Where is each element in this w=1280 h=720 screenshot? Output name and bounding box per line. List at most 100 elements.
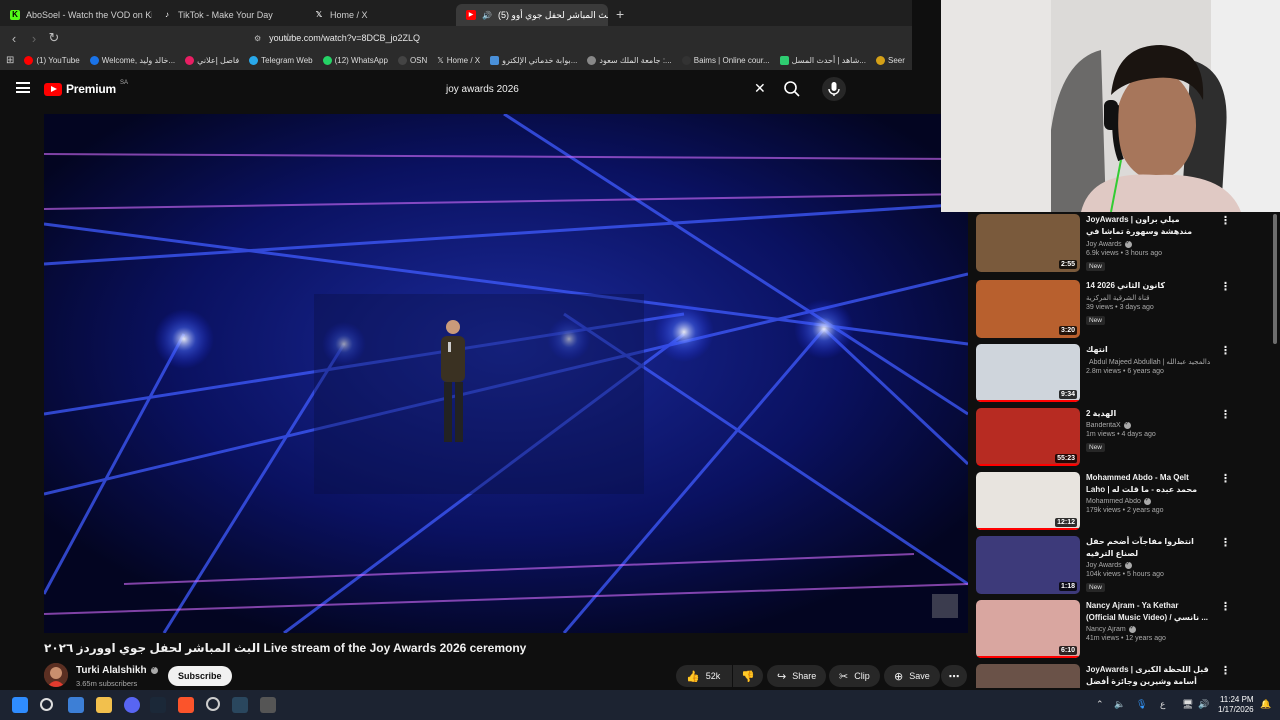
browser-tab-youtube[interactable]: ▶ 🔊 (5) البث المباشر لحفل جوي أوو ✕	[456, 4, 608, 26]
bookmark-commercial[interactable]: فاصل إعلاني	[185, 55, 239, 65]
bookmark-x[interactable]: 𝕏 Home / X	[437, 56, 480, 65]
recommended-video[interactable]: 9:34 انتهك Abdul Majeed Abdullah | عبدال…	[976, 342, 1276, 402]
search-button[interactable]	[781, 78, 803, 100]
video-thumbnail[interactable]: 3:20	[976, 280, 1080, 338]
back-icon[interactable]: ‹	[4, 31, 24, 46]
brave-browser-icon[interactable]	[178, 697, 194, 713]
more-options-icon[interactable]: ⋮	[1220, 600, 1231, 613]
volume-icon[interactable]: 🔈	[1114, 699, 1125, 710]
photos-icon[interactable]	[68, 697, 84, 713]
channel-name-text: Mohammed Abdo	[1086, 498, 1141, 505]
channel-name[interactable]: Turki Alalshikh	[76, 665, 158, 676]
youtube-premium-logo[interactable]: Premium SA	[44, 80, 128, 96]
forward-icon[interactable]: ›	[24, 31, 44, 46]
video-title[interactable]: Mohammed Abdo - Ma Qelt Laho | محمد عبده…	[1086, 472, 1210, 496]
speaker-icon[interactable]: 🔊	[1198, 699, 1209, 710]
more-options-icon[interactable]: ⋮	[1220, 214, 1231, 227]
clear-search-icon[interactable]: ✕	[754, 80, 766, 97]
video-title[interactable]: JoyAwards | قبل اللحظة الكبرى أسامة وشير…	[1086, 664, 1210, 688]
file-explorer-icon[interactable]	[96, 697, 112, 713]
system-clock[interactable]: 11:24 PM 1/17/2026	[1218, 695, 1254, 715]
recommended-video[interactable]: 55:23 الهدية 2 BanderitaX 1m views • 4 d…	[976, 406, 1276, 466]
video-title[interactable]: الهدية 2	[1086, 408, 1210, 420]
thumbs-down-icon: 👎	[741, 670, 755, 683]
bookmark-services[interactable]: بوابة خدماتي الإلكترو...	[490, 55, 577, 65]
apps-grid-icon[interactable]: ⊞	[6, 55, 14, 66]
new-tab-button[interactable]: +	[616, 6, 624, 22]
microphone-tray-icon[interactable]: 🎙	[1136, 699, 1147, 710]
search-input[interactable]: joy awards 2026	[436, 78, 774, 100]
video-meta: 39 views • 3 days ago	[1086, 304, 1154, 311]
more-actions-button[interactable]: ⋯	[941, 665, 967, 687]
bookmark-telegram[interactable]: Telegram Web	[249, 55, 313, 65]
subscribe-button[interactable]: Subscribe	[168, 666, 232, 686]
steam-icon[interactable]	[150, 697, 166, 713]
bookmark-ksu[interactable]: جامعة الملك سعود :...	[587, 55, 672, 65]
browser-tab-kick[interactable]: K AboSoel - Watch the VOD on Kick	[0, 4, 152, 26]
windows-start-icon[interactable]	[12, 697, 28, 713]
video-thumbnail[interactable]: 55:23	[976, 408, 1080, 466]
recommended-video[interactable]: 3:20 14 كانون الثاني 2026 قناة الشرقية ا…	[976, 278, 1276, 338]
app-icon[interactable]	[260, 697, 276, 713]
notification-bell-icon[interactable]: 🔔	[1260, 699, 1271, 710]
recommended-video[interactable]: 12:12 Mohammed Abdo - Ma Qelt Laho | محم…	[976, 470, 1276, 530]
video-thumbnail[interactable]: 6:10	[976, 600, 1080, 658]
channel-avatar[interactable]	[44, 663, 68, 687]
recommended-video[interactable]: JoyAwards | قبل اللحظة الكبرى أسامة وشير…	[976, 662, 1276, 688]
like-button[interactable]: 👍 52k	[676, 665, 732, 687]
dislike-button[interactable]: 👎	[733, 665, 763, 687]
video-title[interactable]: انتظروا مفاجآت أضخم حفل لصناع الترفيه	[1086, 536, 1210, 560]
more-options-icon[interactable]: ⋮	[1220, 472, 1231, 485]
reload-icon[interactable]: ↻	[44, 30, 64, 46]
browser-tab-tiktok[interactable]: ♪ TikTok - Make Your Day	[152, 4, 304, 26]
language-indicator[interactable]: ع	[1160, 699, 1165, 710]
bookmark-welcome[interactable]: Welcome, خالد وليد...	[89, 55, 175, 65]
video-thumbnail[interactable]	[976, 664, 1080, 688]
bookmark-seer[interactable]: Seer	[875, 55, 905, 65]
duration-badge: 55:23	[1055, 454, 1077, 463]
video-title[interactable]: انتهك	[1086, 344, 1210, 356]
more-options-icon[interactable]: ⋮	[1220, 664, 1231, 677]
bookmark-youtube[interactable]: (1) YouTube	[24, 55, 80, 65]
more-options-icon[interactable]: ⋮	[1220, 280, 1231, 293]
video-title: البث المباشر لحفل جوي اووردز ٢٠٢٦ Live s…	[44, 641, 527, 655]
recommended-video[interactable]: 1:18 انتظروا مفاجآت أضخم حفل لصناع الترف…	[976, 534, 1276, 594]
bookmark-whatsapp[interactable]: (12) WhatsApp	[322, 55, 388, 65]
logo-text: Premium	[66, 82, 116, 96]
hamburger-menu-icon[interactable]	[16, 82, 30, 93]
discord-icon[interactable]	[124, 697, 140, 713]
video-title[interactable]: Nancy Ajram - Ya Kethar (Official Music …	[1086, 600, 1210, 624]
channel-name-text: Nancy Ajram	[1086, 626, 1126, 633]
save-button[interactable]: ⊕ Save	[884, 665, 940, 687]
url-field[interactable]: ⚙ youtube.com/watch?v=8DCB_jo2ZLQ	[254, 33, 420, 43]
obs-icon[interactable]	[206, 697, 220, 711]
more-options-icon[interactable]: ⋮	[1220, 536, 1231, 549]
bookmark-star-icon[interactable]: ☆	[283, 31, 293, 44]
video-title[interactable]: 14 كانون الثاني 2026	[1086, 280, 1210, 292]
video-thumbnail[interactable]: 1:18	[976, 536, 1080, 594]
tray-overflow-icon[interactable]: ⌃	[1096, 699, 1104, 710]
bookmark-osn[interactable]: OSN	[397, 55, 427, 65]
share-button[interactable]: ↪ Share	[767, 665, 827, 687]
video-title[interactable]: JoyAwards | ميلي براون مندهشة وسهورة تما…	[1086, 214, 1210, 239]
video-thumbnail[interactable]: 12:12	[976, 472, 1080, 530]
site-info-icon[interactable]: ⚙	[254, 34, 261, 43]
search-icon[interactable]	[40, 698, 53, 711]
more-options-icon[interactable]: ⋮	[1220, 344, 1231, 357]
recommended-video[interactable]: 2:55 JoyAwards | ميلي براون مندهشة وسهور…	[976, 212, 1276, 272]
steam-app-icon[interactable]	[232, 697, 248, 713]
bookmark-baims[interactable]: Baims | Online cour...	[681, 55, 770, 65]
new-badge: New	[1086, 443, 1106, 452]
voice-search-button[interactable]	[822, 77, 846, 101]
more-options-icon[interactable]: ⋮	[1220, 408, 1231, 421]
network-icon[interactable]: 🖥	[1182, 699, 1193, 710]
channel-name: Joy Awards	[1086, 241, 1210, 248]
browser-tab-x[interactable]: 𝕏 Home / X	[304, 4, 456, 26]
video-player[interactable]	[44, 114, 968, 633]
clip-button[interactable]: ✂ Clip	[829, 665, 880, 687]
bookmark-shahid[interactable]: شاهد | أحدث المسل...	[779, 55, 866, 65]
video-thumbnail[interactable]: 2:55	[976, 214, 1080, 272]
recommended-video[interactable]: 6:10 Nancy Ajram - Ya Kethar (Official M…	[976, 598, 1276, 658]
sidebar-scroll-thumb[interactable]	[1273, 214, 1277, 344]
video-thumbnail[interactable]: 9:34	[976, 344, 1080, 402]
